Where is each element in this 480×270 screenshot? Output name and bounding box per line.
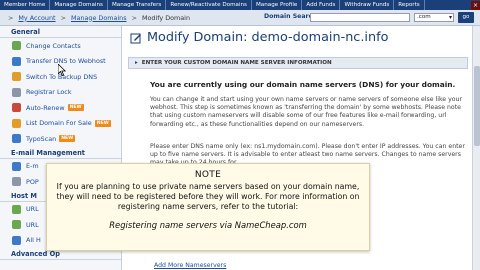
sidebar-item-label: TypoScan	[26, 134, 57, 143]
sidebar-item-registrar-lock[interactable]: Registrar Lock	[0, 85, 121, 101]
nav-renew-reactivate[interactable]: Renew/Reactivate Domains	[166, 0, 252, 10]
nav-manage-profile[interactable]: Manage Profile	[252, 0, 303, 10]
page-title-text: Modify Domain: demo-domain-nc.info	[147, 30, 389, 45]
add-more-nameservers-link[interactable]: Add More Nameservers	[154, 262, 226, 269]
nav-withdraw-funds[interactable]: Withdraw Funds	[340, 0, 395, 10]
new-badge: NEW	[67, 104, 84, 112]
sidebar-item-label: Change Contacts	[26, 41, 81, 50]
sidebar-item-label: All H	[26, 236, 41, 245]
sidebar-item-auto-renew[interactable]: Auto-Renew NEW	[0, 100, 121, 116]
hosts-icon	[12, 235, 21, 245]
breadcrumb: > My Account > Manage Domains > Modify D…	[0, 14, 190, 22]
breadcrumb-separator: >	[8, 13, 14, 22]
dns-status-lead: You are currently using our domain name …	[150, 80, 456, 89]
close-icon[interactable]: ×	[471, 0, 480, 10]
sidebar-item-label: URL	[26, 205, 39, 214]
typoscan-icon	[12, 134, 21, 144]
domain-search-input[interactable]	[310, 13, 410, 22]
breadcrumb-current: Modify Domain	[142, 13, 191, 22]
nav-manage-domains[interactable]: Manage Domains	[50, 0, 108, 10]
lock-icon	[12, 87, 21, 97]
sidebar-item-label: Auto-Renew	[26, 103, 65, 112]
sidebar-item-list-for-sale[interactable]: List Domain For Sale NEW	[0, 116, 121, 132]
sidebar-item-typoscan[interactable]: TypoScan NEW	[0, 131, 121, 147]
search-go-button[interactable]: go	[458, 12, 474, 23]
tld-select[interactable]: .com	[414, 13, 454, 22]
section-header: ▸ ENTER YOUR CUSTOM DOMAIN NAME SERVER I…	[128, 57, 468, 69]
url-icon	[12, 204, 21, 214]
sale-icon	[12, 118, 21, 128]
breadcrumb-separator: >	[131, 13, 137, 22]
url-icon	[12, 220, 21, 230]
sidebar-item-label: POP	[26, 177, 39, 186]
renew-icon	[12, 103, 21, 113]
top-nav: Member Home Manage Domains Manage Transf…	[0, 0, 480, 10]
page-title: Modify Domain: demo-domain-nc.info	[130, 30, 388, 45]
contacts-icon	[12, 41, 21, 51]
sidebar-heading-email: E-mail Management	[0, 147, 121, 159]
dns-description: You can change it and start using your o…	[150, 96, 462, 128]
new-badge: NEW	[94, 119, 111, 127]
pop-icon	[12, 177, 21, 187]
breadcrumb-bar: > My Account > Manage Domains > Modify D…	[0, 10, 480, 26]
sidebar-item-change-contacts[interactable]: Change Contacts	[0, 38, 121, 54]
sidebar-item-label: Registrar Lock	[26, 88, 72, 97]
note-body: If you are planning to use private name …	[56, 182, 360, 211]
arrow-icon: ▸	[135, 60, 138, 66]
scrollbar[interactable]	[472, 26, 480, 270]
email-icon	[12, 161, 21, 171]
new-badge: NEW	[59, 135, 76, 143]
breadcrumb-manage-domains[interactable]: Manage Domains	[71, 14, 127, 22]
breadcrumb-my-account[interactable]: My Account	[18, 14, 55, 22]
backup-icon	[12, 72, 21, 82]
nav-member-home[interactable]: Member Home	[0, 0, 51, 10]
sidebar-item-label: List Domain For Sale	[26, 119, 92, 128]
breadcrumb-separator: >	[60, 13, 66, 22]
note-overlay: NOTE If you are planning to use private …	[46, 163, 370, 251]
scrollbar-thumb[interactable]	[474, 66, 480, 146]
edit-icon	[130, 32, 142, 44]
note-title: NOTE	[194, 170, 222, 180]
note-tutorial-title: Registering name servers via NameCheap.c…	[109, 220, 307, 230]
transfer-icon	[12, 56, 21, 66]
nav-add-funds[interactable]: Add Funds	[302, 0, 341, 10]
sidebar-item-label: E-m	[26, 162, 39, 171]
mouse-cursor-icon	[58, 64, 66, 76]
sidebar-item-label: URL	[26, 220, 39, 229]
nav-reports[interactable]: Reports	[394, 0, 425, 10]
sidebar-heading-general: General	[0, 26, 121, 38]
nav-manage-transfers[interactable]: Manage Transfers	[108, 0, 167, 10]
section-header-text: ENTER YOUR CUSTOM DOMAIN NAME SERVER INF…	[141, 60, 332, 66]
